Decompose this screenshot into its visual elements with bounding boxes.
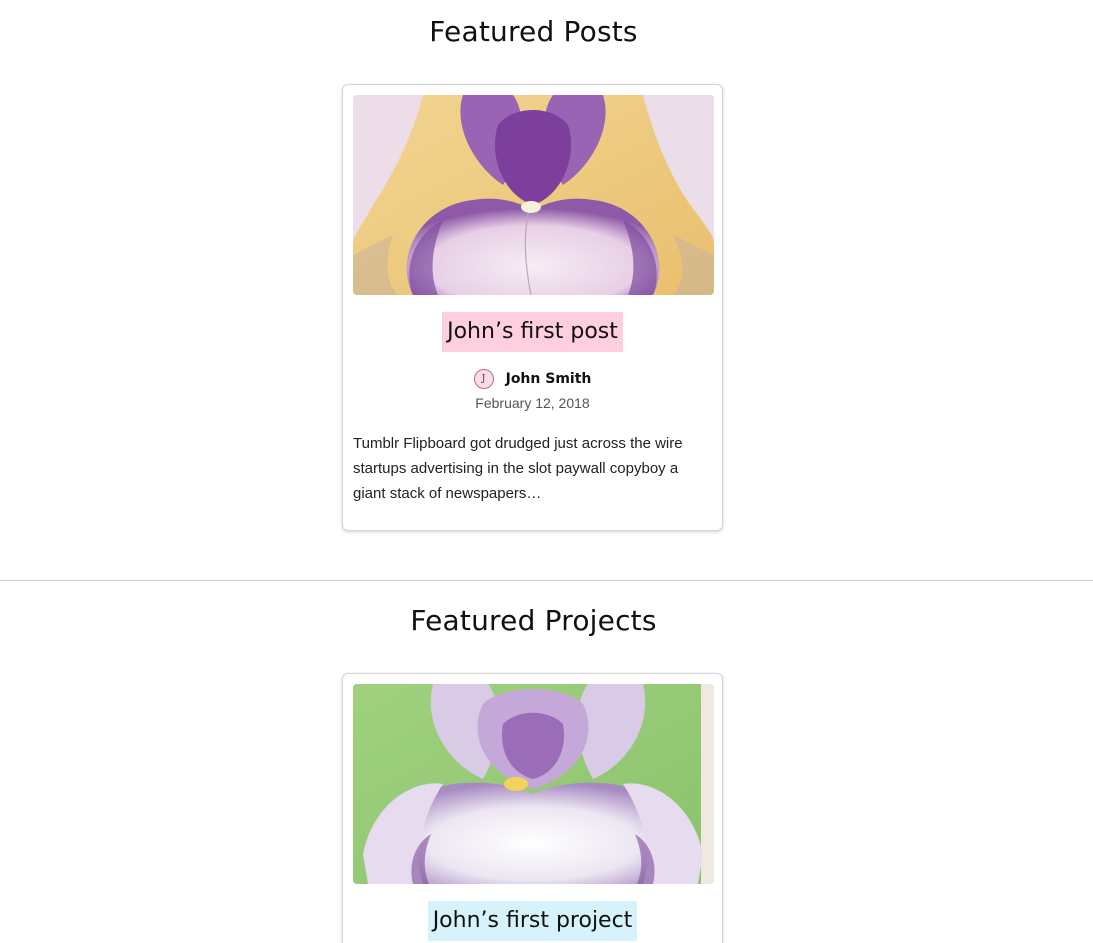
author-avatar-icon: J (473, 369, 494, 389)
page: Featured Posts John’s first post J John … (0, 0, 1093, 943)
post-title-link[interactable]: John’s first post (442, 312, 623, 352)
author-row: J John Smith (343, 369, 722, 389)
author-name[interactable]: John Smith (506, 371, 592, 387)
post-excerpt: Tumblr Flipboard got drudged just across… (353, 435, 683, 502)
section-divider (0, 580, 1093, 581)
project-card[interactable]: John’s first project (342, 673, 723, 943)
post-date: February 12, 2018 (475, 395, 590, 411)
post-card[interactable]: John’s first post J John Smith February … (342, 84, 723, 531)
project-title-wrapper: John’s first project (343, 901, 722, 941)
project-image[interactable] (353, 684, 714, 884)
featured-posts-heading: Featured Posts (429, 15, 638, 48)
post-image[interactable] (353, 95, 714, 295)
project-title-link[interactable]: John’s first project (427, 901, 638, 941)
featured-projects-heading: Featured Projects (410, 604, 657, 637)
post-title-wrapper: John’s first post (343, 312, 722, 352)
